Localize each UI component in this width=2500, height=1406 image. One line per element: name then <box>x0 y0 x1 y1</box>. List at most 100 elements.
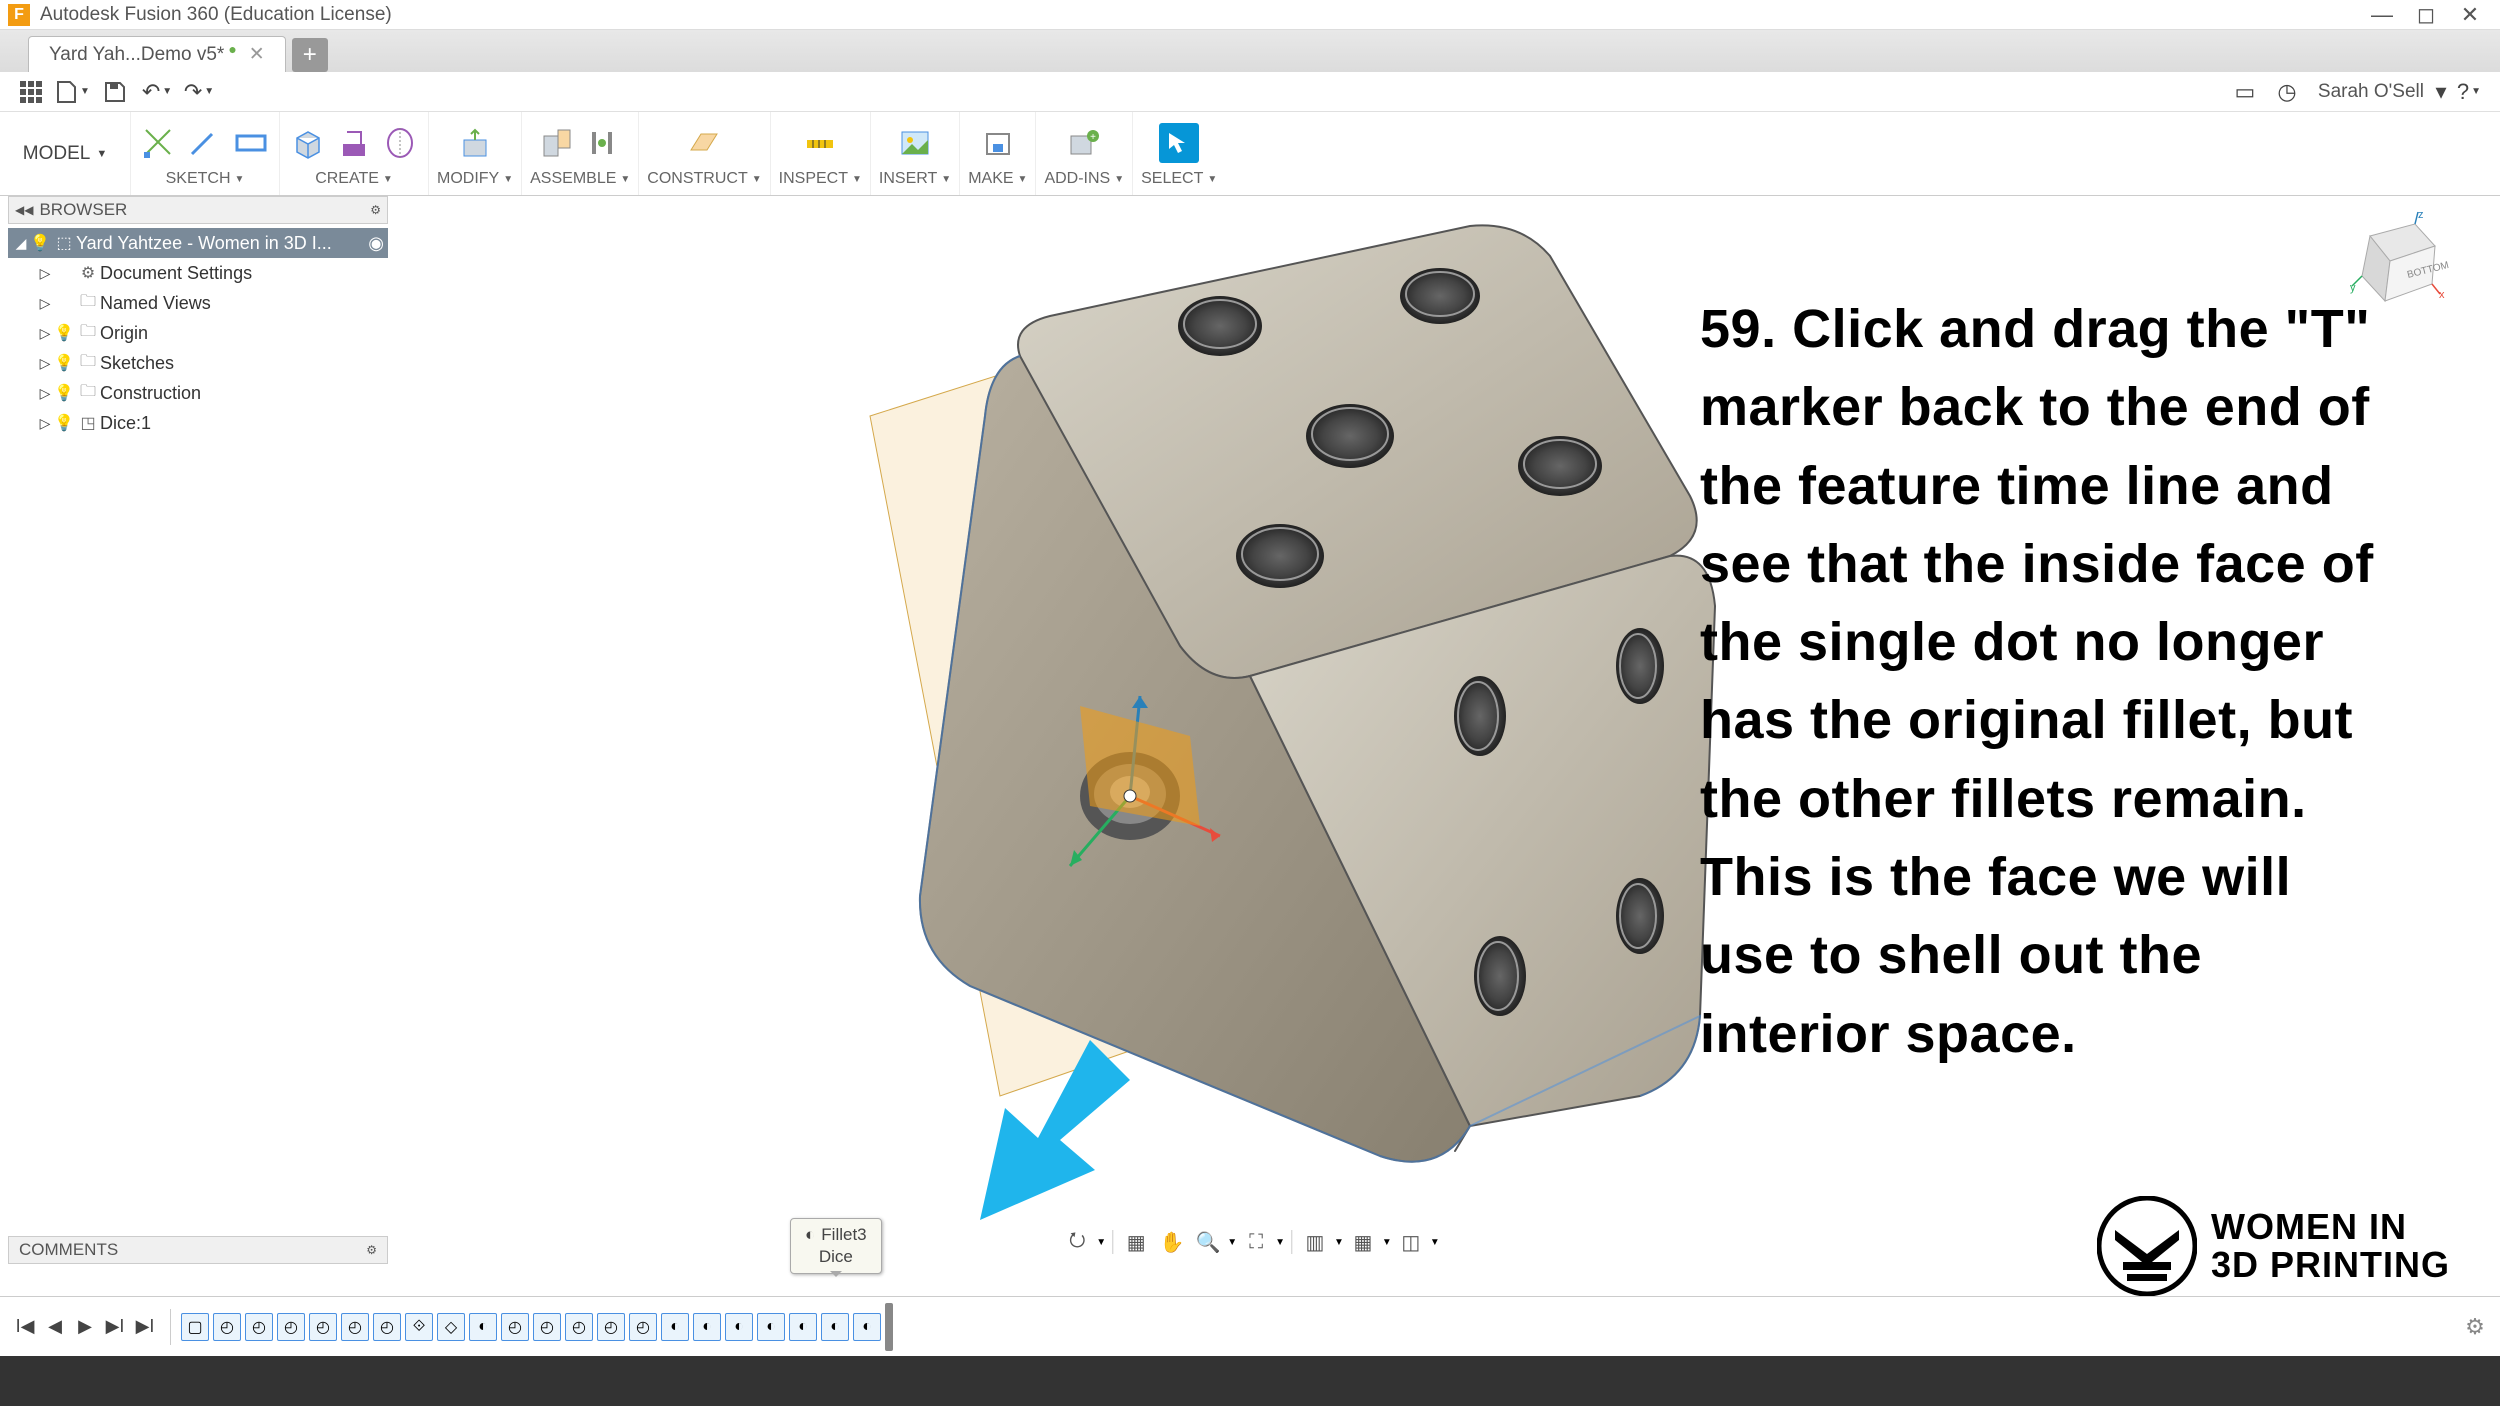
browser-item[interactable]: ▷💡🗀Sketches <box>8 348 388 378</box>
comments-panel-header[interactable]: COMMENTS ⚙ <box>8 1236 388 1264</box>
browser-item[interactable]: ▷💡🗀Origin <box>8 318 388 348</box>
undo-button[interactable]: ↶▼ <box>136 76 178 108</box>
presspull-icon[interactable] <box>455 123 495 163</box>
timeline-feature[interactable]: ◴ <box>341 1313 369 1341</box>
timeline-feature[interactable]: ◐ <box>725 1313 753 1341</box>
collapse-icon[interactable]: ◢ <box>12 235 30 252</box>
timeline-feature[interactable]: ◐ <box>693 1313 721 1341</box>
timeline-feature[interactable]: ◐ <box>789 1313 817 1341</box>
timeline-start-button[interactable]: I◀ <box>12 1314 38 1340</box>
instruction-text: 59. Click and drag the "T" marker back t… <box>1700 290 2400 1073</box>
save-button[interactable] <box>94 76 136 108</box>
folder-icon: 🗀 <box>76 290 100 317</box>
timeline-feature[interactable]: ◐ <box>469 1313 497 1341</box>
ribbon-toolbar: MODEL▼ SKETCH▼ CREATE▼ MODIFY▼ <box>0 112 2500 196</box>
data-panel-button[interactable] <box>10 76 52 108</box>
expand-icon[interactable]: ▷ <box>36 325 54 342</box>
timeline-feature[interactable]: ◐ <box>853 1313 881 1341</box>
browser-settings-icon[interactable]: ⚙ <box>370 203 381 217</box>
document-tabs: Yard Yah...Demo v5* ● ✕ + <box>0 30 2500 72</box>
timeline-play-button[interactable]: ▶ <box>72 1314 98 1340</box>
print3d-icon[interactable] <box>978 123 1018 163</box>
joint-icon[interactable] <box>583 123 623 163</box>
timeline-feature[interactable]: ◴ <box>277 1313 305 1341</box>
display-icon[interactable]: ▥ <box>1298 1228 1332 1256</box>
maximize-button[interactable]: ◻ <box>2404 1 2448 29</box>
visibility-icon[interactable]: 💡 <box>54 383 76 403</box>
letterbox-strip <box>0 1356 2500 1406</box>
timeline-marker[interactable] <box>885 1303 893 1351</box>
revolve-icon[interactable] <box>380 123 420 163</box>
timeline-feature[interactable]: ⟐ <box>405 1313 433 1341</box>
timeline-feature[interactable]: ◴ <box>213 1313 241 1341</box>
extensions-icon[interactable]: ▭ <box>2224 76 2266 108</box>
timeline-feature[interactable]: ◐ <box>757 1313 785 1341</box>
close-button[interactable]: ✕ <box>2448 1 2492 29</box>
insert-icon[interactable] <box>895 123 935 163</box>
ribbon-group-create: CREATE▼ <box>279 112 428 195</box>
timeline-feature[interactable]: ◴ <box>501 1313 529 1341</box>
visibility-icon[interactable]: 💡 <box>54 353 76 373</box>
timeline-feature[interactable]: ◐ <box>661 1313 689 1341</box>
user-menu[interactable]: Sarah O'Sell <box>2318 81 2424 103</box>
radio-icon[interactable]: ◉ <box>368 233 384 254</box>
select-icon[interactable] <box>1159 123 1199 163</box>
app-logo-icon: F <box>8 4 30 26</box>
document-tab[interactable]: Yard Yah...Demo v5* ● ✕ <box>28 36 286 72</box>
component-icon: ⬚ <box>52 233 76 253</box>
tab-close-icon[interactable]: ✕ <box>249 43 265 66</box>
timeline-feature[interactable]: ◴ <box>245 1313 273 1341</box>
zoom-icon[interactable]: 🔍 <box>1191 1228 1225 1256</box>
file-menu-button[interactable]: ▼ <box>52 76 94 108</box>
timeline-feature[interactable]: ◴ <box>373 1313 401 1341</box>
sketch-rect-icon[interactable] <box>231 123 271 163</box>
timeline-feature[interactable]: ◴ <box>309 1313 337 1341</box>
viewport-icon[interactable]: ◫ <box>1394 1228 1428 1256</box>
timeline-end-button[interactable]: ▶I <box>132 1314 158 1340</box>
browser-root[interactable]: ◢ 💡 ⬚ Yard Yahtzee - Women in 3D I... ◉ <box>8 228 388 258</box>
browser-item[interactable]: ▷💡◳Dice:1 <box>8 408 388 438</box>
redo-button[interactable]: ↷▼ <box>178 76 220 108</box>
expand-icon[interactable]: ▷ <box>36 295 54 312</box>
grid-icon[interactable]: ▦ <box>1346 1228 1380 1256</box>
plane-icon[interactable] <box>684 123 724 163</box>
dirty-icon: ● <box>228 41 236 57</box>
job-status-icon[interactable]: ◷ <box>2266 76 2308 108</box>
timeline-settings-icon[interactable]: ⚙ <box>2460 1312 2490 1342</box>
expand-icon[interactable]: ▷ <box>36 355 54 372</box>
extrude-icon[interactable] <box>334 123 374 163</box>
timeline-next-button[interactable]: ▶I <box>102 1314 128 1340</box>
timeline-feature[interactable]: ◴ <box>629 1313 657 1341</box>
browser-header[interactable]: ◀◀ BROWSER ⚙ <box>8 196 388 224</box>
timeline-feature[interactable]: ◐ <box>821 1313 849 1341</box>
minimize-button[interactable]: — <box>2360 1 2404 29</box>
visibility-icon[interactable]: 💡 <box>54 413 76 433</box>
addins-icon[interactable]: + <box>1064 123 1104 163</box>
browser-item[interactable]: ▷⚙Document Settings <box>8 258 388 288</box>
browser-item[interactable]: ▷🗀Named Views <box>8 288 388 318</box>
pan-icon[interactable]: ✋ <box>1155 1228 1189 1256</box>
visibility-icon[interactable]: 💡 <box>54 323 76 343</box>
timeline-feature[interactable]: ▢ <box>181 1313 209 1341</box>
gear-icon: ⚙ <box>76 263 100 283</box>
workspace-switcher[interactable]: MODEL▼ <box>0 112 130 195</box>
timeline-prev-button[interactable]: ◀ <box>42 1314 68 1340</box>
expand-icon[interactable]: ▷ <box>36 265 54 282</box>
timeline-feature[interactable]: ◇ <box>437 1313 465 1341</box>
timeline-feature[interactable]: ◴ <box>533 1313 561 1341</box>
sketch-line-icon[interactable] <box>185 123 225 163</box>
component-icon[interactable] <box>537 123 577 163</box>
sketch-create-icon[interactable] <box>139 123 179 163</box>
box-icon[interactable] <box>288 123 328 163</box>
expand-icon[interactable]: ▷ <box>36 415 54 432</box>
new-tab-button[interactable]: + <box>292 38 328 72</box>
help-button[interactable]: ?▼ <box>2448 76 2490 108</box>
fit-icon[interactable]: ⛶ <box>1239 1228 1273 1256</box>
measure-icon[interactable] <box>800 123 840 163</box>
visibility-icon[interactable]: 💡 <box>30 233 52 253</box>
comments-settings-icon[interactable]: ⚙ <box>366 1243 377 1257</box>
expand-icon[interactable]: ▷ <box>36 385 54 402</box>
timeline-feature[interactable]: ◴ <box>597 1313 625 1341</box>
browser-item[interactable]: ▷💡🗀Construction <box>8 378 388 408</box>
timeline-feature[interactable]: ◴ <box>565 1313 593 1341</box>
